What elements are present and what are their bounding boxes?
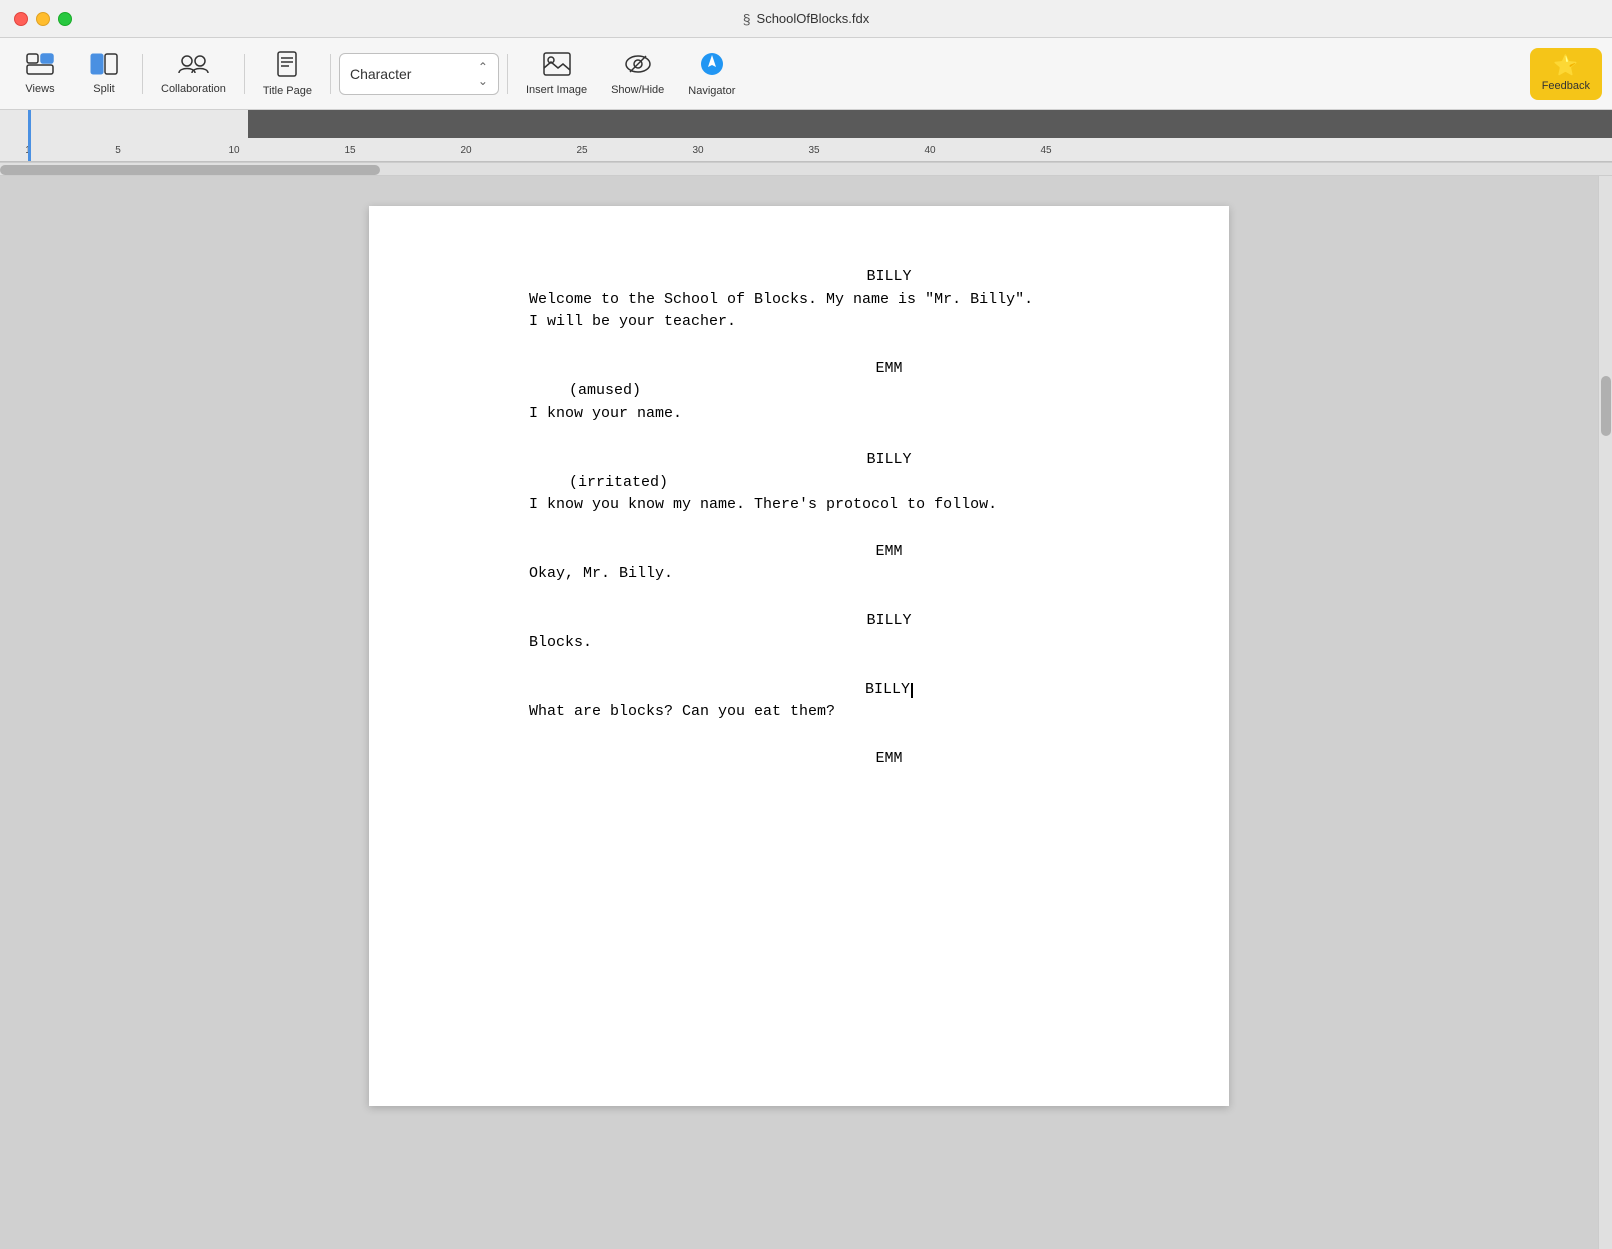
file-icon: § xyxy=(743,11,751,27)
character-name-billy-1: BILLY xyxy=(629,266,1149,289)
toolbar: Views Split Collaboration xyxy=(0,38,1612,110)
character-name-emm-2: EMM xyxy=(629,541,1149,564)
split-button[interactable]: Split xyxy=(74,47,134,101)
screenplay-block-2: EMM (amused) I know your name. xyxy=(449,358,1149,426)
ruler-num-10: 10 xyxy=(228,145,239,156)
title-bar: § SchoolOfBlocks.fdx xyxy=(0,0,1612,38)
collaboration-icon xyxy=(177,53,209,79)
toolbar-separator-2 xyxy=(244,54,245,94)
parenthetical-emm-1: (amused) xyxy=(569,380,969,403)
dialogue-emm-1: I know your name. xyxy=(529,403,1049,426)
feedback-button[interactable]: ⭐ Feedback xyxy=(1530,48,1602,100)
views-label: Views xyxy=(25,83,54,95)
dialogue-billy-1: Welcome to the School of Blocks. My name… xyxy=(529,289,1049,334)
elements-selected: Character xyxy=(350,66,411,82)
views-button[interactable]: Views xyxy=(10,47,70,101)
split-label: Split xyxy=(93,83,114,95)
close-button[interactable] xyxy=(14,12,28,26)
vertical-scrollbar[interactable] xyxy=(1598,176,1612,1249)
page: BILLY Welcome to the School of Blocks. M… xyxy=(369,206,1229,1106)
navigator-button[interactable]: Navigator xyxy=(678,45,745,103)
character-name-emm-3: EMM xyxy=(629,748,1149,771)
navigator-icon xyxy=(699,51,725,81)
dialogue-billy-4: What are blocks? Can you eat them? xyxy=(529,701,1049,724)
dialogue-billy-2: I know you know my name. There's protoco… xyxy=(529,494,1049,517)
traffic-lights xyxy=(14,12,72,26)
show-hide-button[interactable]: Show/Hide xyxy=(601,46,674,102)
insert-image-label: Insert Image xyxy=(526,84,587,96)
character-name-billy-4: BILLY xyxy=(629,679,1149,702)
title-page-button[interactable]: Title Page xyxy=(253,45,322,103)
screenplay-block-4: EMM Okay, Mr. Billy. xyxy=(449,541,1149,586)
toolbar-separator-1 xyxy=(142,54,143,94)
collaboration-button[interactable]: Collaboration xyxy=(151,47,236,101)
horizontal-scrollbar-thumb[interactable] xyxy=(0,165,380,175)
parenthetical-billy-2: (irritated) xyxy=(569,472,969,495)
elements-dropdown[interactable]: Character ⌃⌄ xyxy=(339,53,499,95)
ruler-left-marker xyxy=(28,110,31,162)
vertical-scrollbar-thumb[interactable] xyxy=(1601,376,1611,436)
toolbar-separator-4 xyxy=(507,54,508,94)
minimize-button[interactable] xyxy=(36,12,50,26)
horizontal-scrollbar[interactable] xyxy=(0,162,1612,176)
title-page-label: Title Page xyxy=(263,85,312,97)
views-icon xyxy=(26,53,54,79)
insert-image-button[interactable]: Insert Image xyxy=(516,46,597,102)
ruler-num-35: 35 xyxy=(808,145,819,156)
collaboration-label: Collaboration xyxy=(161,83,226,95)
ruler-num-45: 45 xyxy=(1040,145,1051,156)
dialogue-emm-2: Okay, Mr. Billy. xyxy=(529,563,1049,586)
ruler: 1 5 10 15 20 25 30 35 40 45 xyxy=(0,110,1612,162)
screenplay-block-7: EMM xyxy=(449,748,1149,771)
window-title: § SchoolOfBlocks.fdx xyxy=(743,11,870,27)
feedback-label: Feedback xyxy=(1542,80,1590,92)
ruler-num-25: 25 xyxy=(576,145,587,156)
maximize-button[interactable] xyxy=(58,12,72,26)
text-cursor xyxy=(911,683,913,698)
ruler-dark-section xyxy=(248,110,1612,138)
screenplay-block-3: BILLY (irritated) I know you know my nam… xyxy=(449,449,1149,517)
show-hide-icon xyxy=(624,52,652,80)
show-hide-label: Show/Hide xyxy=(611,84,664,96)
ruler-num-40: 40 xyxy=(924,145,935,156)
screenplay-block-1: BILLY Welcome to the School of Blocks. M… xyxy=(449,266,1149,334)
document-area[interactable]: BILLY Welcome to the School of Blocks. M… xyxy=(0,176,1598,1249)
feedback-star-icon: ⭐ xyxy=(1553,56,1578,76)
ruler-num-30: 30 xyxy=(692,145,703,156)
character-name-billy-2: BILLY xyxy=(629,449,1149,472)
split-icon xyxy=(90,53,118,79)
dropdown-arrow-icon: ⌃⌄ xyxy=(478,60,488,88)
toolbar-separator-3 xyxy=(330,54,331,94)
ruler-num-5: 5 xyxy=(115,145,121,156)
title-page-icon xyxy=(276,51,298,81)
main-area: BILLY Welcome to the School of Blocks. M… xyxy=(0,176,1612,1249)
ruler-num-15: 15 xyxy=(344,145,355,156)
screenplay[interactable]: BILLY Welcome to the School of Blocks. M… xyxy=(449,266,1149,770)
character-name-billy-3: BILLY xyxy=(629,610,1149,633)
screenplay-block-5: BILLY Blocks. xyxy=(449,610,1149,655)
ruler-numbers: 1 5 10 15 20 25 30 35 40 45 xyxy=(0,138,1612,162)
character-name-emm-1: EMM xyxy=(629,358,1149,381)
dialogue-billy-3: Blocks. xyxy=(529,632,1049,655)
navigator-label: Navigator xyxy=(688,85,735,97)
screenplay-block-6: BILLY What are blocks? Can you eat them? xyxy=(449,679,1149,724)
insert-image-icon xyxy=(543,52,571,80)
ruler-num-20: 20 xyxy=(460,145,471,156)
